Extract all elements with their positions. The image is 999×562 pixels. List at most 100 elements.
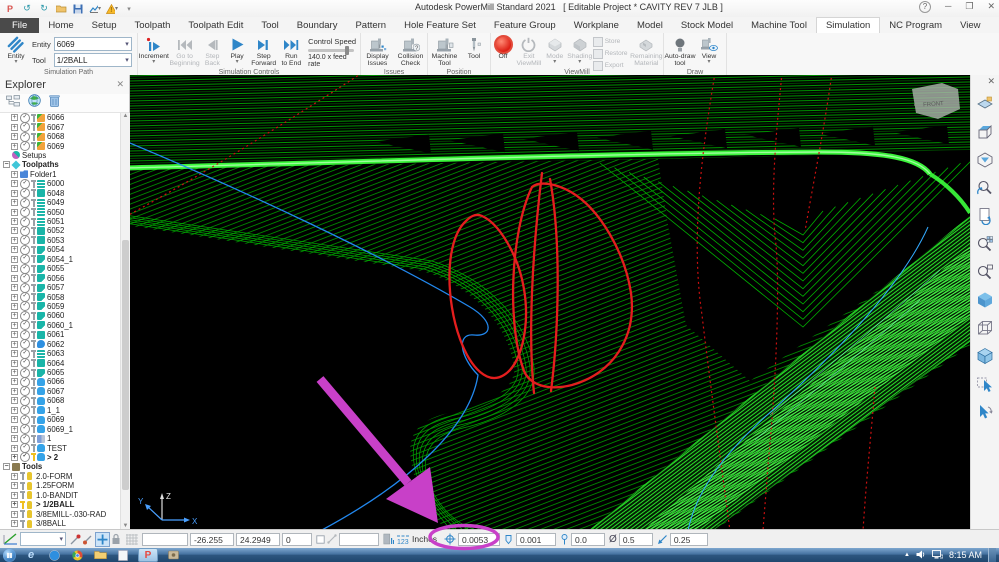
tree-item-tools[interactable]: − Tools	[0, 462, 120, 471]
minimize-button[interactable]: ─	[945, 1, 951, 13]
expand-icon[interactable]: +	[11, 510, 18, 518]
lock-icon[interactable]	[111, 533, 121, 545]
iso-view-icon[interactable]	[973, 148, 997, 172]
go-to-beginning-button[interactable]: Go to Beginning	[169, 34, 200, 72]
tree-item-6064[interactable]: + ✓ 6064	[0, 358, 120, 369]
draw-toggle-icon[interactable]: ✓	[20, 424, 30, 435]
tree-item-6054[interactable]: + ✓ 6054	[0, 244, 120, 255]
expand-icon[interactable]: +	[11, 520, 18, 528]
expand-icon[interactable]: +	[11, 302, 18, 310]
tree-item-6066[interactable]: + ✓ 6066	[0, 113, 120, 123]
control-speed-slider[interactable]	[308, 46, 355, 55]
tree-item-6050[interactable]: + ✓ 6050	[0, 207, 120, 218]
expand-icon[interactable]: +	[11, 189, 18, 197]
shaded-wireframe-view-icon[interactable]	[973, 344, 997, 368]
expand-icon[interactable]: +	[11, 170, 18, 178]
zoom-multi-icon[interactable]	[973, 232, 997, 256]
run-to-end-button[interactable]: Run to End	[279, 34, 305, 72]
step-forward-button[interactable]: Step Forward	[249, 34, 279, 72]
tab-model[interactable]: Model	[628, 18, 672, 33]
draw-toggle-icon[interactable]: ✓	[20, 188, 30, 199]
drag-move-icon[interactable]	[95, 531, 110, 547]
tree-item-setups[interactable]: Setups	[0, 151, 120, 160]
tree-item-6052[interactable]: + ✓ 6052	[0, 225, 120, 236]
tree-item-3-8emill-030-rad[interactable]: +3/8EMILL-.030-RAD	[0, 509, 120, 519]
explorer-close-icon[interactable]: ✕	[116, 79, 124, 90]
tree-item-6063[interactable]: + ✓ 6063	[0, 348, 120, 359]
expand-icon[interactable]: +	[11, 142, 18, 150]
draw-toggle-icon[interactable]: ✓	[20, 358, 30, 369]
stepdown-field[interactable]: 0.25	[669, 532, 708, 546]
tab-tool[interactable]: Tool	[252, 18, 287, 33]
box-top-view-icon[interactable]	[973, 120, 997, 144]
collapse-icon[interactable]: −	[3, 161, 10, 169]
tree-item-6065[interactable]: + ✓ 6065	[0, 367, 120, 378]
expand-icon[interactable]: +	[11, 444, 18, 452]
tree-item-6054-1[interactable]: + ✓ 6054_1	[0, 254, 120, 265]
draw-toggle-icon[interactable]: ✓	[20, 320, 30, 331]
tab-stock-model[interactable]: Stock Model	[672, 18, 742, 33]
tree-item-6068[interactable]: + ✓ 6068	[0, 131, 120, 142]
draw-toggle-icon[interactable]: ✓	[20, 301, 30, 312]
tab-feature-group[interactable]: Feature Group	[485, 18, 565, 33]
tree-item-6057[interactable]: + ✓ 6057	[0, 282, 120, 293]
warning-icon[interactable]: !	[106, 3, 118, 15]
tree-item-6069[interactable]: + ✓ 6069	[0, 414, 120, 425]
expand-icon[interactable]: +	[11, 236, 18, 244]
tab-toolpath[interactable]: Toolpath	[125, 18, 179, 33]
tab-setup[interactable]: Setup	[83, 18, 126, 33]
tolerance-field[interactable]: 0.001	[516, 532, 557, 546]
help-icon[interactable]: ?	[918, 1, 931, 13]
viewmill-mode-button[interactable]: Mode	[543, 34, 567, 72]
status-extra-field[interactable]	[142, 532, 188, 546]
view-toolbar-close-icon[interactable]: ✕	[971, 75, 999, 88]
display-issues-button[interactable]: Display Issues	[361, 34, 394, 72]
draw-toggle-icon[interactable]: ✓	[20, 405, 30, 416]
scrollbar-thumb[interactable]	[122, 240, 129, 490]
tree-item-6060[interactable]: + ✓ 6060	[0, 310, 120, 321]
expand-icon[interactable]: +	[11, 321, 18, 329]
tab-machine-tool[interactable]: Machine Tool	[742, 18, 816, 33]
tree-item-6060-1[interactable]: + ✓ 6060_1	[0, 320, 120, 331]
tab-pattern[interactable]: Pattern	[346, 18, 395, 33]
tool-combo[interactable]: 1/2BALL ▾	[53, 53, 132, 67]
expand-icon[interactable]: +	[11, 378, 18, 386]
tree-item-6000[interactable]: + ✓ 6000	[0, 178, 120, 189]
taskbar-explorer-icon[interactable]	[92, 549, 108, 561]
expand-icon[interactable]: +	[11, 416, 18, 424]
collision-check-button[interactable]: ? Collision Check	[394, 34, 427, 72]
tab-simulation[interactable]: Simulation	[815, 17, 881, 33]
tree-item-1-0-bandit[interactable]: +1.0-BANDIT	[0, 491, 120, 500]
tree-item-2-0-form[interactable]: +2.0-FORM	[0, 472, 120, 481]
grid-icon[interactable]	[126, 533, 138, 545]
tree-item-6048[interactable]: + ✓ 6048	[0, 188, 120, 199]
expand-icon[interactable]: +	[11, 133, 18, 141]
expand-icon[interactable]: +	[11, 312, 18, 320]
expand-icon[interactable]: +	[11, 453, 18, 461]
tab-workplane[interactable]: Workplane	[565, 18, 628, 33]
entity-combo[interactable]: 6069 ▾	[53, 37, 132, 51]
expand-icon[interactable]: +	[11, 501, 18, 509]
expand-icon[interactable]: +	[11, 208, 18, 216]
tool-diameter-field[interactable]: 0.5	[618, 532, 653, 546]
tab-hole-feature-set[interactable]: Hole Feature Set	[395, 18, 485, 33]
expand-icon[interactable]: +	[11, 350, 18, 358]
draw-view-button[interactable]: View	[696, 34, 722, 72]
select-box-cursor-icon[interactable]	[973, 372, 997, 396]
chart-dropdown-icon[interactable]	[89, 3, 101, 15]
expand-icon[interactable]: +	[11, 406, 18, 414]
expand-icon[interactable]: +	[11, 180, 18, 188]
tree-item-6059[interactable]: + ✓ 6059	[0, 301, 120, 312]
redo-icon[interactable]: ↻	[38, 3, 50, 15]
block-icon[interactable]	[973, 92, 997, 116]
expand-icon[interactable]: +	[11, 114, 18, 122]
play-button[interactable]: Play	[225, 34, 249, 72]
open-project-icon[interactable]	[55, 3, 67, 15]
relative-box-icon[interactable]	[316, 534, 325, 544]
quick-access-more-icon[interactable]: ▾	[123, 3, 135, 15]
close-button[interactable]: ✕	[987, 1, 995, 13]
clock[interactable]: 8:15 AM	[949, 550, 982, 560]
draw-toggle-icon[interactable]: ✓	[20, 207, 30, 218]
cursor-distance-field[interactable]: 0.0053	[458, 532, 501, 546]
shaded-view-icon[interactable]	[973, 288, 997, 312]
